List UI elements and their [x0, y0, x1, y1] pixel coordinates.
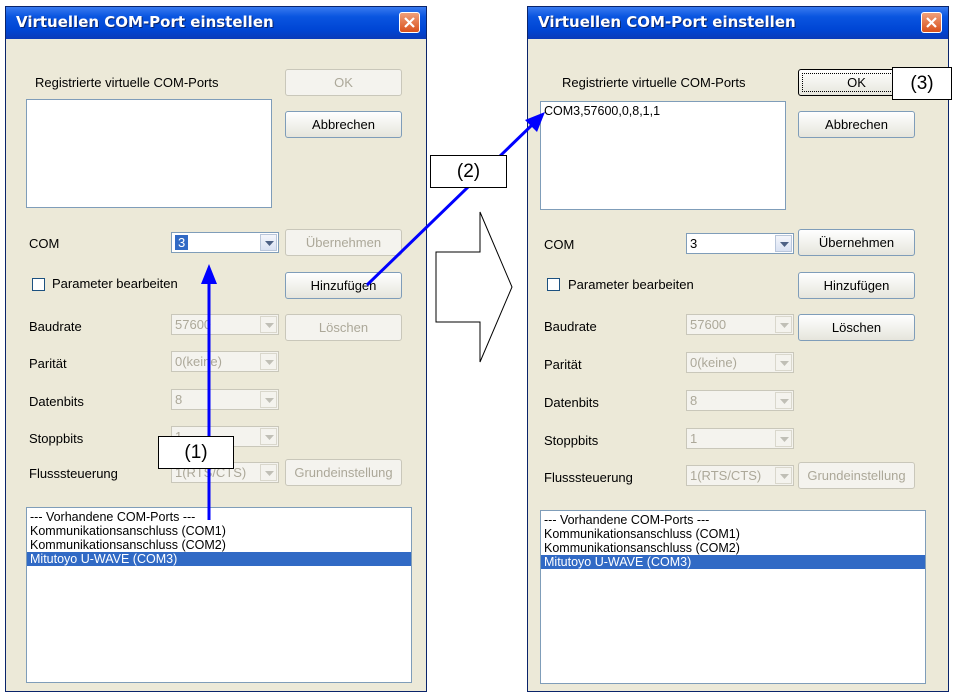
- next-step-arrow-icon: [435, 211, 513, 363]
- pointer-arrow-1: [201, 264, 217, 520]
- annotation-step-3: (3): [892, 67, 952, 100]
- annotation-overlay: [201, 112, 545, 520]
- annotation-step-1: (1): [158, 436, 234, 469]
- annotation-step-2: (2): [430, 155, 507, 188]
